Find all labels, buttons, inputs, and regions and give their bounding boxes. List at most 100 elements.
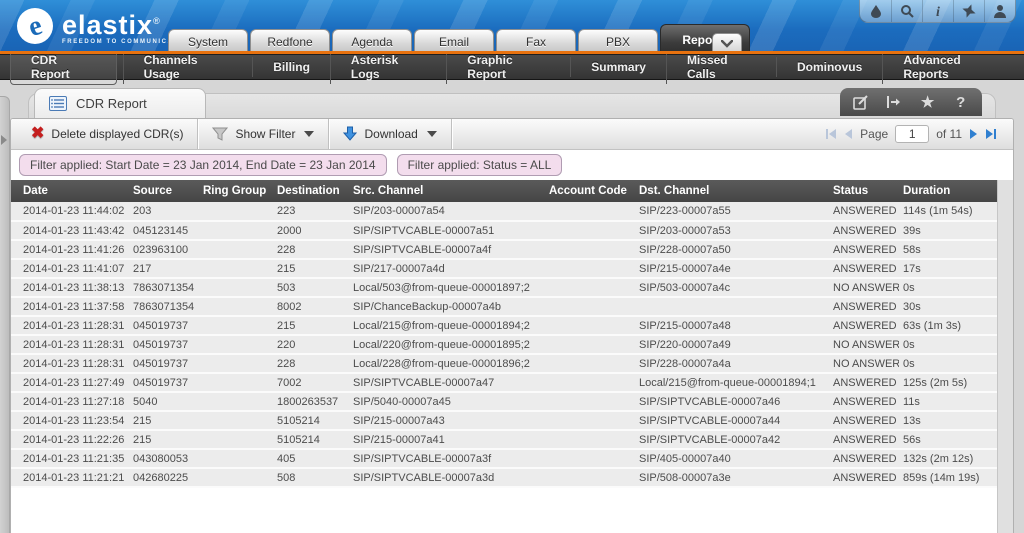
table-cell: Local/215@from-queue-00001894;2 [349,316,545,336]
table-cell: 2014-01-23 11:27:18 [11,392,129,412]
table-cell [199,449,273,469]
submenu-item-summary[interactable]: Summary [570,57,666,77]
table-cell [199,221,273,241]
submenu-item-advanced-reports[interactable]: Advanced Reports [882,50,1024,84]
table-cell: 0s [899,278,997,298]
table-cell: 13s [899,411,997,431]
table-cell [199,468,273,488]
user-icon[interactable] [984,0,1015,22]
table-cell: SIP/ChanceBackup-00007a4b [349,297,545,317]
table-cell [545,411,635,431]
download-button[interactable]: Download [329,119,450,149]
table-cell [199,202,273,222]
table-cell [199,411,273,431]
table-row: 2014-01-23 11:28:31 045019737 215 Local/215… [11,316,997,336]
table-cell: 220 [273,335,349,355]
tab-cdr-report[interactable]: CDR Report [34,88,206,118]
search-icon[interactable] [891,0,922,22]
table-cell: SIP/508-00007a3e [635,468,829,488]
next-page-button[interactable] [969,129,978,139]
table-cell: 045019737 [129,354,199,374]
table-cell: 0s [899,335,997,355]
edit-icon[interactable] [849,92,873,112]
toolbar-separator [450,119,452,149]
table-cell [199,354,273,374]
toolbar: ✖ Delete displayed CDR(s) Show Filter Do… [11,119,1013,150]
table-cell: SIP/215-00007a41 [349,430,545,450]
column-header-account-code: Account Code [545,180,635,202]
column-header-source: Source [129,180,199,202]
table-body: 2014-01-23 11:44:02 203 223 SIP/203-00007a5… [11,202,997,488]
table-cell: 58s [899,240,997,260]
submenu-item-billing[interactable]: Billing [252,57,330,77]
table-cell: SIP/405-00007a40 [635,449,829,469]
table-cell: SIP/SIPTVCABLE-00007a46 [635,392,829,412]
table-cell: 5105214 [273,411,349,431]
table-cell: SIP/215-00007a4e [635,259,829,279]
table-cell: 203 [129,202,199,222]
submenu-item-graphic-report[interactable]: Graphic Report [446,50,570,84]
page-number-input[interactable] [895,125,930,143]
prev-page-button[interactable] [844,129,853,139]
module-tab-title: CDR Report [76,96,147,111]
table-cell: SIP/220-00007a49 [635,335,829,355]
table-cell: 215 [273,316,349,336]
table-cell [545,240,635,260]
table-scrollbar-track[interactable] [997,180,1013,533]
table-cell: SIP/228-00007a4a [635,354,829,374]
table-cell: ANSWERED [829,373,899,393]
table-cell: NO ANSWER [829,278,899,298]
table-cell: 2014-01-23 11:21:35 [11,449,129,469]
download-arrow-icon [343,126,358,141]
last-page-button[interactable] [985,129,997,139]
table-cell: 503 [273,278,349,298]
table-cell: NO ANSWER [829,354,899,374]
table-cell [545,221,635,241]
table-cell [199,430,273,450]
page-count-label: of 11 [936,127,962,141]
submenu-item-missed-calls[interactable]: Missed Calls [665,50,776,84]
utility-bar: i [859,0,1016,23]
table-cell: 223 [273,202,349,222]
table-cell: ANSWERED [829,221,899,241]
info-icon[interactable]: i [922,0,953,22]
collapse-panel-icon[interactable] [882,92,906,112]
submenu-item-dominovus[interactable]: Dominovus [775,57,882,77]
sidebar-collapse-strip[interactable] [0,96,10,533]
table-cell: 7863071354 [129,278,199,298]
table-cell [199,335,273,355]
table-cell: SIP/5040-00007a45 [349,392,545,412]
table-cell [545,392,635,412]
addons-icon[interactable] [953,0,984,22]
app-window: e elastix® FREEDOM TO COMMUNICATE i Syst… [0,0,1024,533]
first-page-button[interactable] [825,129,837,139]
submenu-item-asterisk-logs[interactable]: Asterisk Logs [329,50,446,84]
color-scheme-droplet-icon[interactable] [860,0,891,22]
table-cell: 5040 [129,392,199,412]
delete-cdrs-button[interactable]: ✖ Delete displayed CDR(s) [17,119,197,149]
table-cell: 63s (1m 3s) [899,316,997,336]
table-cell: SIP/SIPTVCABLE-00007a44 [635,411,829,431]
table-cell: 023963100 [129,240,199,260]
table-cell: 228 [273,354,349,374]
table-cell: 2014-01-23 11:41:07 [11,259,129,279]
table-cell [199,316,273,336]
table-row: 2014-01-23 11:44:02 203 223 SIP/203-00007a5… [11,202,997,222]
svg-text:i: i [936,5,940,18]
show-filter-button[interactable]: Show Filter [198,119,328,149]
chevron-down-icon [304,131,315,137]
filter-applied-chip: Filter applied: Start Date = 23 Jan 2014… [19,154,387,176]
column-header-status: Status [829,180,899,202]
table-cell: ANSWERED [829,430,899,450]
table-cell: Local/220@from-queue-00001895;2 [349,335,545,355]
brand-name: elastix® [62,10,161,40]
favorite-star-icon[interactable]: ★ [916,92,940,112]
elastix-swirl-icon: e [17,8,53,44]
table-cell [545,297,635,317]
module-tabstrip: CDR Report ★ ? [28,88,996,118]
table-cell [545,335,635,355]
column-header-src-channel: Src. Channel [349,180,545,202]
submenu-item-channels-usage[interactable]: Channels Usage [122,50,253,84]
help-icon[interactable]: ? [949,92,973,112]
submenu-item-cdr-report[interactable]: CDR Report [10,49,117,85]
